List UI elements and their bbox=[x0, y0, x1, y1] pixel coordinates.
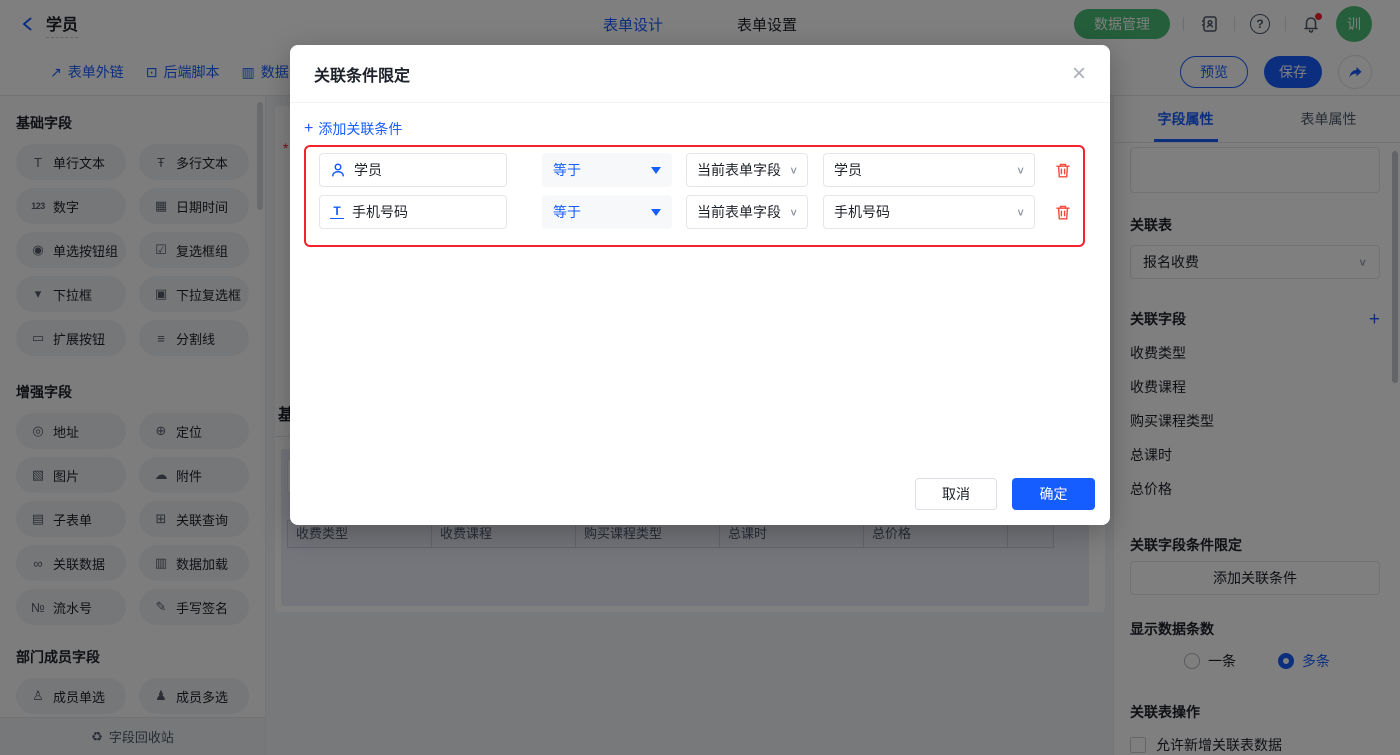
condition-field-input[interactable]: 手机号码 bbox=[319, 195, 507, 229]
add-condition-link-label: 添加关联条件 bbox=[318, 119, 402, 139]
operator-select[interactable]: 等于 bbox=[542, 153, 672, 187]
condition-field-value: 学员 bbox=[354, 160, 382, 180]
condition-field-input[interactable]: 学员 bbox=[319, 153, 507, 187]
chevron-down-icon bbox=[1016, 164, 1025, 176]
modal-header: 关联条件限定 bbox=[290, 45, 1110, 103]
text-field-icon bbox=[330, 205, 344, 219]
operator-select[interactable]: 等于 bbox=[542, 195, 672, 229]
plus-icon bbox=[304, 121, 313, 137]
target-field-select[interactable]: 手机号码 bbox=[823, 195, 1035, 229]
highlight-box: 学员 等于 当前表单字段 学员 bbox=[304, 145, 1085, 247]
modal-title: 关联条件限定 bbox=[314, 62, 410, 86]
source-type-select[interactable]: 当前表单字段 bbox=[686, 195, 808, 229]
user-icon bbox=[330, 162, 346, 178]
delete-condition-icon[interactable] bbox=[1055, 204, 1071, 221]
caret-down-icon bbox=[651, 167, 661, 174]
source-type-value: 当前表单字段 bbox=[697, 202, 781, 222]
condition-field-value: 手机号码 bbox=[352, 202, 408, 222]
target-field-value: 学员 bbox=[834, 160, 862, 180]
condition-row: 手机号码 等于 当前表单字段 手机号码 bbox=[319, 195, 1071, 229]
chevron-down-icon bbox=[1016, 206, 1025, 218]
source-type-value: 当前表单字段 bbox=[697, 160, 781, 180]
source-type-select[interactable]: 当前表单字段 bbox=[686, 153, 808, 187]
condition-row: 学员 等于 当前表单字段 学员 bbox=[319, 153, 1071, 187]
operator-value: 等于 bbox=[553, 160, 581, 180]
form-designer-app: 学员 表单设计 表单设置 数据管理 ? bbox=[0, 0, 1400, 755]
modal-footer: 取消 确定 bbox=[915, 478, 1095, 510]
condition-modal: 关联条件限定 添加关联条件 学员 bbox=[290, 45, 1110, 525]
chevron-down-icon bbox=[789, 206, 798, 218]
target-field-select[interactable]: 学员 bbox=[823, 153, 1035, 187]
close-icon[interactable] bbox=[1072, 62, 1086, 86]
cancel-button[interactable]: 取消 bbox=[915, 478, 997, 510]
caret-down-icon bbox=[651, 209, 661, 216]
add-condition-link[interactable]: 添加关联条件 bbox=[304, 119, 402, 139]
delete-condition-icon[interactable] bbox=[1055, 162, 1071, 179]
target-field-value: 手机号码 bbox=[834, 202, 890, 222]
chevron-down-icon bbox=[789, 164, 798, 176]
operator-value: 等于 bbox=[553, 202, 581, 222]
confirm-button[interactable]: 确定 bbox=[1012, 478, 1095, 510]
